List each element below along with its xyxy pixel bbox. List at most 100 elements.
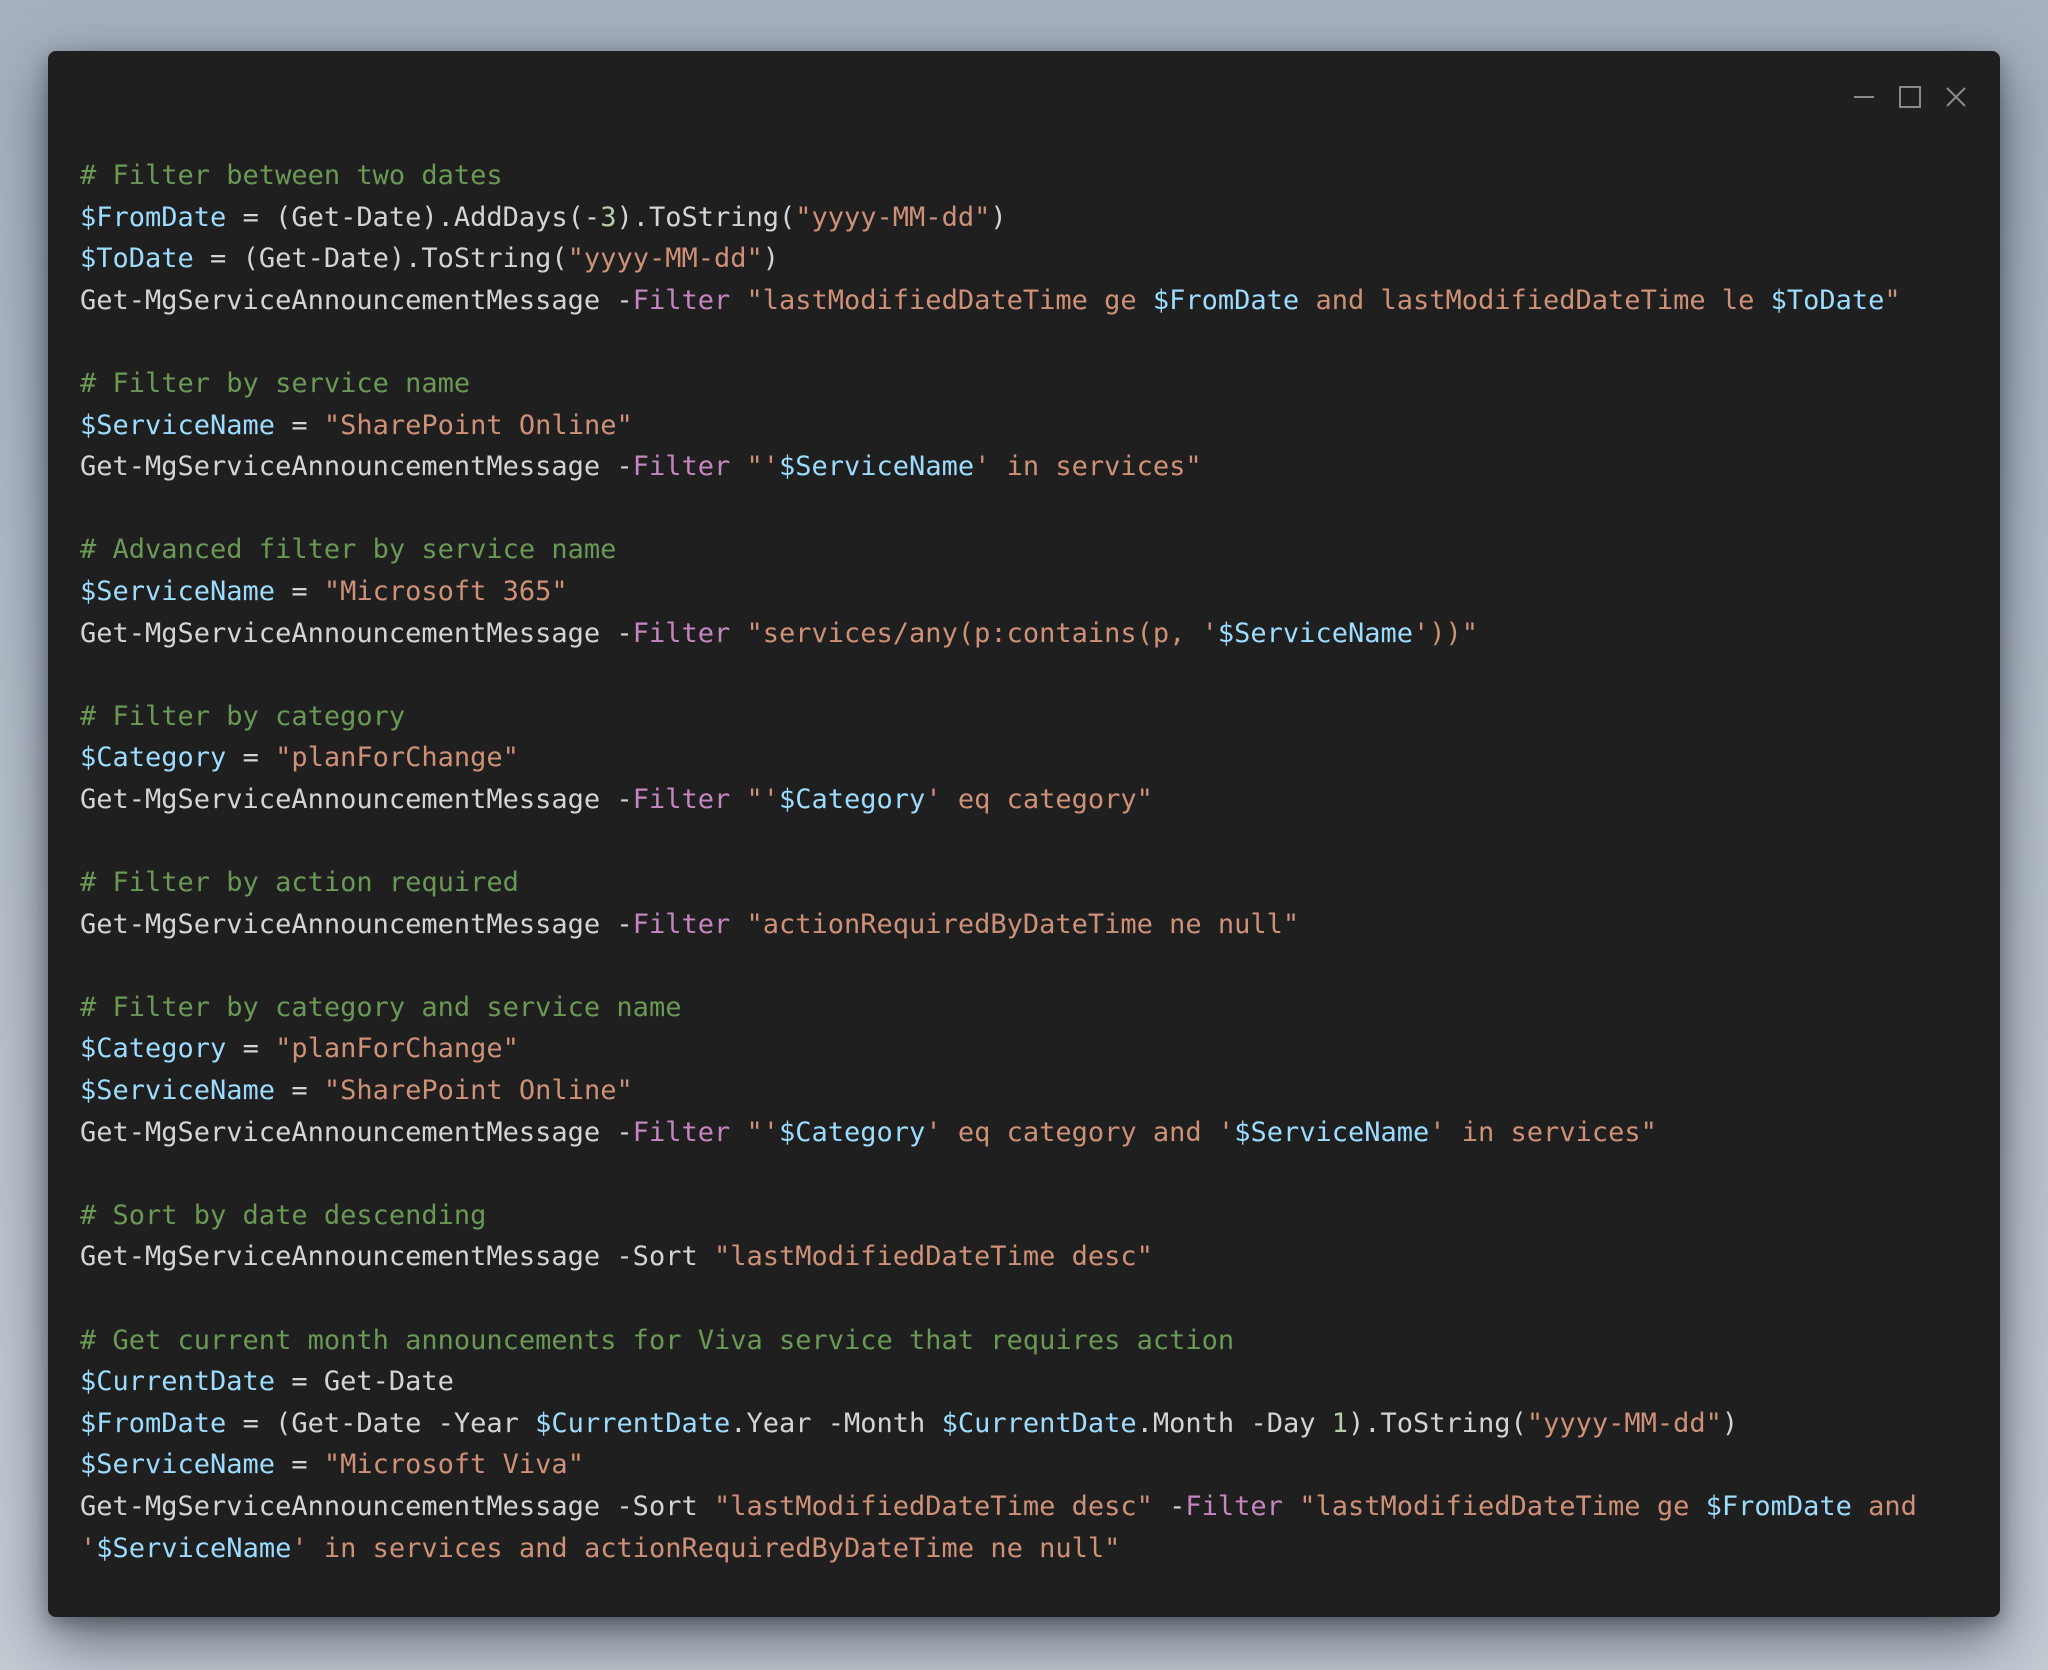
code-comment-line: # Advanced filter by service name [80,529,1917,571]
token-text: Get-MgServiceAnnouncementMessage - [80,908,633,940]
token-variable: $CurrentDate [80,1366,276,1398]
token-variable: $ServiceName [80,409,276,441]
token-text: = (Get-Date).ToString( [193,243,568,275]
token-string: "lastModifiedDateTime desc" [713,1491,1153,1522]
token-text: .Year -Month [730,1407,942,1439]
token-text: Get-MgServiceAnnouncementMessage - [80,1116,633,1148]
code-line: $ToDate = (Get-Date).ToString("yyyy-MM-d… [80,238,1917,280]
token-comment: # Filter by service name [80,367,471,399]
code-line: $Category = "planForChange" [80,737,1917,779]
token-text: ).ToString( [616,201,796,233]
token-string: ' in services and actionRequiredByDateTi… [291,1532,1121,1564]
code-window: # Filter between two dates $FromDate = (G… [48,51,2000,1617]
code-line: $ServiceName = "SharePoint Online" [80,405,1917,447]
token-comment: # Filter by category and service name [80,991,682,1023]
token-parameter: Filter [632,1116,731,1148]
token-text: Get-MgServiceAnnouncementMessage - [80,451,633,483]
token-text: - [1152,1491,1186,1522]
token-variable: $ToDate [1770,284,1885,316]
code-line: Get-MgServiceAnnouncementMessage -Sort "… [80,1236,1917,1278]
token-parameter: Filter [632,908,731,940]
token-variable: $ServiceName [1234,1116,1430,1148]
token-parameter: Filter [632,783,731,815]
token-text: = [275,575,324,607]
token-variable: $ToDate [80,243,194,275]
token-number: 3 [600,201,617,233]
token-text: = [226,1033,276,1065]
token-string: "' [746,451,780,483]
token-string: "' [746,1116,780,1148]
window-controls [1850,83,1970,111]
token-string: "planForChange" [275,1033,519,1065]
token-string: "SharePoint Online" [323,409,633,441]
token-variable: $ServiceName [1217,617,1413,649]
code-line: $Category = "planForChange" [80,1028,1917,1070]
token-text: = [275,1075,324,1107]
token-variable: $Category [80,1033,227,1065]
token-string: '))" [1412,617,1479,649]
token-text: Get-MgServiceAnnouncementMessage -Sort [80,1241,714,1273]
token-string: "' [746,783,780,815]
token-string: ' [80,1532,97,1564]
token-number: 1 [1331,1407,1348,1439]
code-block: # Filter between two dates $FromDate = (G… [80,155,1917,1569]
token-variable: $ServiceName [80,575,276,607]
code-line: $ServiceName = "Microsoft 365" [80,571,1917,613]
token-string: and lastModifiedDateTime le [1299,284,1771,316]
token-variable: $FromDate [1705,1491,1852,1522]
token-string: ' in services" [1429,1116,1657,1148]
token-text: ) [1721,1407,1739,1439]
token-string: "lastModifiedDateTime ge [746,284,1153,316]
token-string: "services/any(p:contains(p, ' [746,617,1218,649]
token-variable: $FromDate [80,201,227,233]
token-string: ' in services" [974,451,1202,483]
code-line: Get-MgServiceAnnouncementMessage -Filter… [80,613,1917,655]
token-string: "yyyy-MM-dd" [567,243,763,275]
code-line: $ServiceName = "SharePoint Online" [80,1070,1917,1112]
maximize-icon[interactable] [1896,83,1924,111]
token-variable: $CurrentDate [535,1407,731,1439]
code-line: Get-MgServiceAnnouncementMessage -Filter… [80,904,1917,946]
token-parameter: Filter [632,617,731,649]
token-text: Get-MgServiceAnnouncementMessage -Sort [80,1491,714,1522]
token-text: ).ToString( [1348,1407,1527,1439]
code-line: Get-MgServiceAnnouncementMessage -Filter… [80,779,1917,821]
token-string: ' eq category" [925,783,1153,815]
token-parameter: Filter [632,451,731,483]
token-text: ) [762,243,780,275]
token-string: "lastModifiedDateTime desc" [713,1241,1153,1273]
token-text: Get-MgServiceAnnouncementMessage - [80,617,633,649]
code-line: $FromDate = (Get-Date).AddDays(-3).ToStr… [80,197,1917,239]
token-text: = Get-Date [275,1366,454,1398]
token-variable: $Category [779,1116,926,1148]
code-comment-line: # Filter by service name [80,363,1917,405]
token-variable: $ServiceName [80,1449,276,1481]
code-line: Get-MgServiceAnnouncementMessage -Sort "… [80,1486,1917,1528]
token-string: "actionRequiredByDateTime ne null" [746,908,1300,940]
token-variable: $ServiceName [779,451,975,483]
token-string: "planForChange" [275,742,519,774]
minimize-icon[interactable] [1850,83,1878,111]
token-comment: # Get current month announcements for Vi… [80,1324,1235,1356]
code-line: $CurrentDate = Get-Date [80,1361,1917,1403]
token-text: Get-MgServiceAnnouncementMessage - [80,783,633,815]
code-comment-line: # Filter by action required [80,862,1917,904]
token-text: = [275,1449,324,1481]
token-text: .Month -Day [1136,1407,1332,1439]
token-comment: # Filter by action required [80,867,519,899]
close-icon[interactable] [1942,83,1970,111]
token-string: "yyyy-MM-dd" [795,201,991,233]
token-variable: $Category [80,742,227,774]
code-line: $ServiceName = "Microsoft Viva" [80,1444,1917,1486]
token-string: "SharePoint Online" [323,1075,633,1107]
token-variable: $CurrentDate [941,1407,1137,1439]
